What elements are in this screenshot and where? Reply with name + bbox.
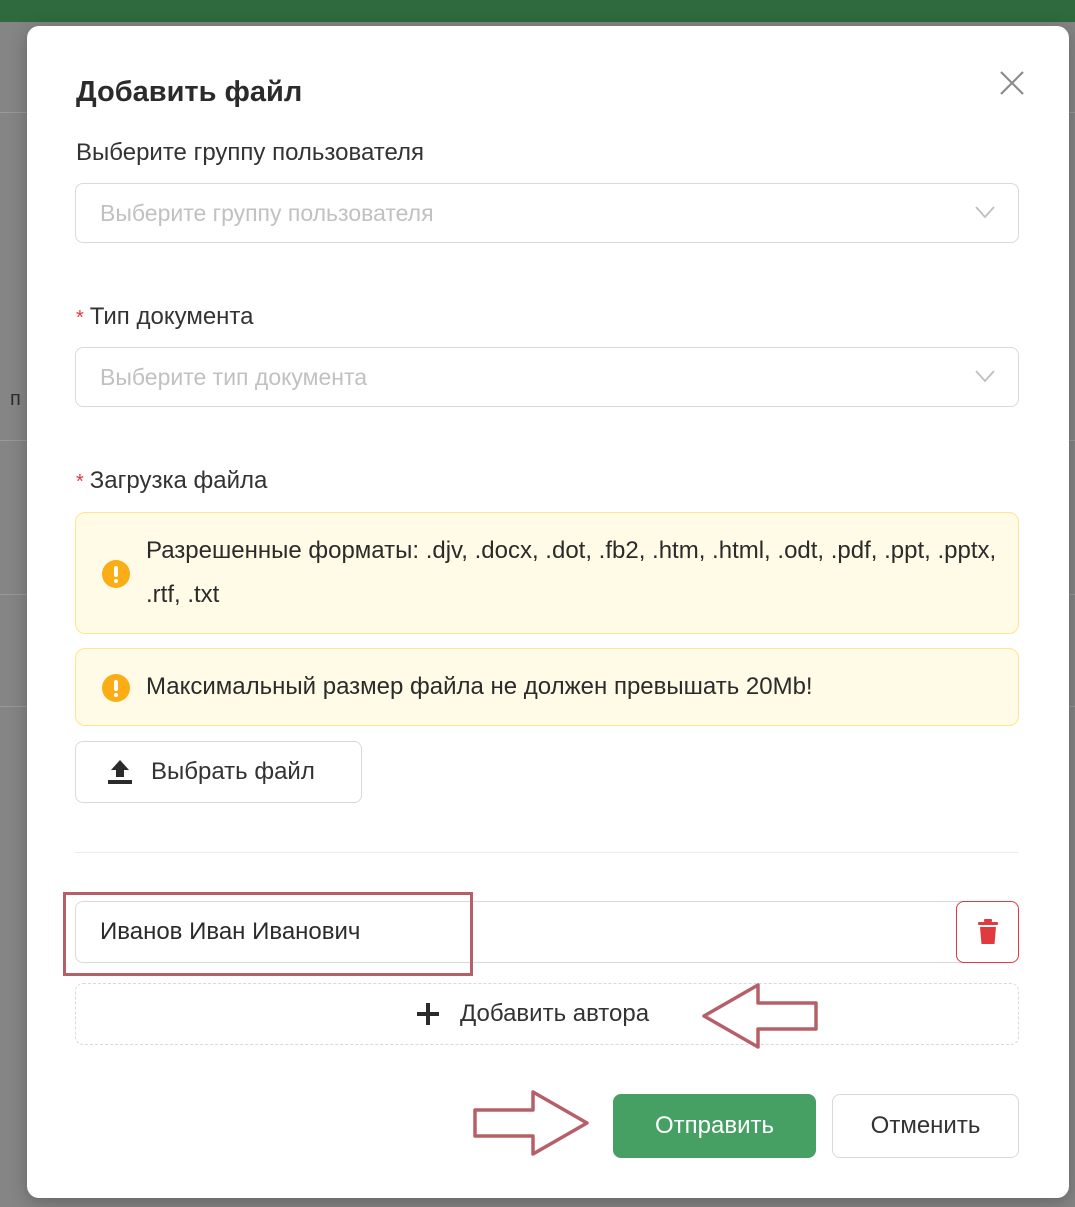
choose-file-button[interactable]: Выбрать файл	[75, 741, 362, 803]
section-divider	[75, 852, 1019, 853]
warning-icon	[102, 674, 130, 702]
doc-type-placeholder: Выберите тип документа	[100, 364, 368, 390]
required-mark: *	[76, 307, 84, 329]
app-header-bar	[0, 0, 1075, 22]
background-text: п	[10, 388, 21, 410]
add-author-button[interactable]: Добавить автора	[75, 983, 1019, 1045]
annotation-highlight-box	[63, 892, 473, 976]
dialog-title: Добавить файл	[76, 76, 303, 108]
choose-file-label: Выбрать файл	[151, 758, 315, 785]
submit-button[interactable]: Отправить	[613, 1094, 816, 1158]
formats-alert-text: Разрешенные форматы: .djv, .docx, .dot, …	[146, 537, 997, 608]
cancel-button[interactable]: Отменить	[832, 1094, 1019, 1158]
add-file-dialog: Добавить файл Выберите группу пользовате…	[27, 26, 1069, 1198]
user-group-label: Выберите группу пользователя	[76, 139, 425, 166]
doc-type-label-text: Тип документа	[89, 303, 254, 330]
formats-alert: Разрешенные форматы: .djv, .docx, .dot, …	[75, 512, 1019, 634]
doc-type-select[interactable]: Выберите тип документа	[75, 347, 1019, 407]
upload-label-text: Загрузка файла	[89, 467, 268, 494]
warning-icon	[102, 560, 130, 588]
delete-author-button[interactable]	[956, 901, 1019, 963]
required-mark: *	[76, 471, 84, 493]
size-alert: Максимальный размер файла не должен прев…	[75, 648, 1019, 726]
upload-label: * Загрузка файла	[76, 467, 267, 495]
doc-type-label: * Тип документа	[76, 303, 254, 331]
chevron-down-icon	[975, 206, 995, 219]
close-icon[interactable]	[995, 66, 1029, 100]
chevron-down-icon	[975, 370, 995, 383]
upload-icon	[108, 760, 132, 784]
user-group-placeholder: Выберите группу пользователя	[100, 200, 434, 226]
annotation-arrow-left-icon	[702, 983, 818, 1049]
trash-icon	[978, 919, 998, 944]
user-group-select[interactable]: Выберите группу пользователя	[75, 183, 1019, 243]
size-alert-text: Максимальный размер файла не должен прев…	[146, 673, 813, 700]
plus-icon	[417, 1003, 439, 1025]
annotation-arrow-right-icon	[473, 1090, 589, 1156]
add-author-label: Добавить автора	[460, 1000, 650, 1027]
